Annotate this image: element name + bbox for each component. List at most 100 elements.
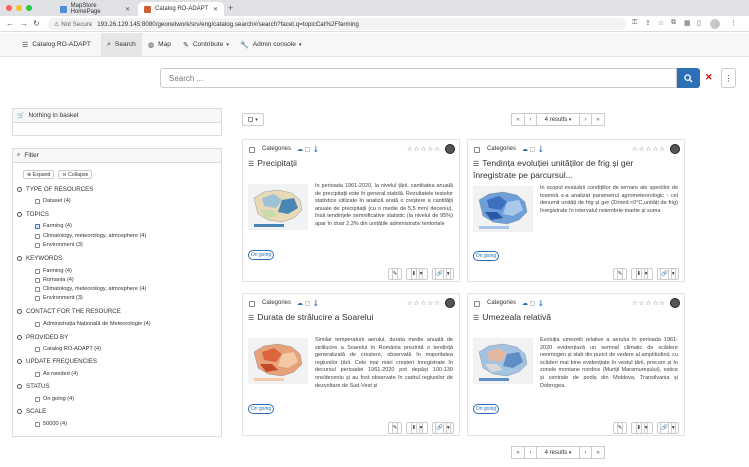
download-button[interactable]: ⬇ ▾ [406,268,428,280]
edit-button[interactable]: ✎ [388,422,402,434]
result-card[interactable]: Categories ☁ ▢ 🌡 ☆☆☆☆☆ ☰ Tendința evoluției … [467,139,685,282]
facet-item[interactable]: Environment (3) [35,242,83,248]
profile-avatar[interactable] [710,19,720,29]
edit-button[interactable]: ✎ [613,268,627,280]
facet-type-of-resources[interactable]: TYPE OF RESOURCES [17,186,93,193]
facet-keywords[interactable]: KEYWORDS [17,255,62,262]
search-button[interactable] [677,68,700,88]
facet-item[interactable]: Romania (4) [35,277,74,283]
facet-item[interactable]: ✓ Farming (4) [35,223,72,229]
rating-stars[interactable]: ☆☆☆☆☆ [632,145,666,153]
record-title[interactable]: ☰ Precipitații [248,158,453,170]
facet-contact[interactable]: CONTACT FOR THE RESOURCE [17,308,121,315]
facet-status[interactable]: STATUS [17,383,50,390]
edit-button[interactable]: ✎ [613,422,627,434]
browser-tab-mapstore[interactable]: MapStore HomePage ✕ [54,2,136,16]
links-button[interactable]: 🔗 ▾ [657,422,679,434]
result-card[interactable]: Categories ☁ ▢ 🌡 ☆☆☆☆☆ ☰ Umezeala relativă Ev… [467,293,685,436]
maximize-window-button[interactable] [26,5,32,11]
nav-admin-console[interactable]: 🔧 Admin console ▾ [240,33,301,56]
checkbox[interactable] [35,268,40,274]
collapse-button[interactable]: ⊖ Collapse [58,170,93,179]
clear-search-icon[interactable]: ✕ [705,72,713,83]
checkbox[interactable] [35,421,40,427]
first-page-button[interactable]: « [511,446,525,459]
edit-button[interactable]: ✎ [388,268,402,280]
result-card[interactable]: Categories ☁ ▢ 🌡 ☆☆☆☆☆ ☰ Durata de strălucir… [242,293,460,436]
nav-contribute[interactable]: ✎ Contribute ▾ [183,33,229,56]
search-options-button[interactable]: ⋮ [721,68,736,88]
rating-stars[interactable]: ☆☆☆☆☆ [407,145,441,153]
checkbox-checked[interactable]: ✓ [35,223,40,229]
last-page-button[interactable]: » [591,446,605,459]
select-checkbox[interactable] [249,301,255,307]
brand-link[interactable]: ☰ Catalog RO-ADAPT [22,33,91,56]
checkbox[interactable] [35,286,40,292]
record-thumbnail[interactable] [248,338,308,384]
select-checkbox[interactable] [474,147,480,153]
facet-item[interactable]: Environment (3) [35,295,83,301]
download-button[interactable]: ⬇ ▾ [631,422,653,434]
select-all-dropdown[interactable]: ▾ [242,113,264,126]
checkbox[interactable] [35,242,40,248]
result-card[interactable]: Categories ☁ ▢ 🌡 ☆☆☆☆☆ ☰ Precipitații În peri… [242,139,460,282]
back-arrow-icon[interactable]: ← [6,19,14,28]
expand-button[interactable]: ⊕ Expand [23,170,55,179]
select-checkbox[interactable] [249,147,255,153]
facet-item[interactable]: On going (4) [35,396,74,402]
download-button[interactable]: ⬇ ▾ [406,422,428,434]
checkbox[interactable] [35,277,40,283]
rating-stars[interactable]: ☆☆☆☆☆ [632,299,666,307]
links-button[interactable]: 🔗 ▾ [657,268,679,280]
checkbox[interactable] [35,198,40,204]
facet-item[interactable]: As needed (4) [35,371,78,377]
record-title[interactable]: ☰ Umezeala relativă [473,312,678,324]
results-count-dropdown[interactable]: 4 results ▾ [536,446,580,459]
new-tab-icon[interactable]: + [228,3,233,13]
nav-map[interactable]: ◍ Map [148,33,171,56]
record-thumbnail[interactable] [248,184,308,230]
links-button[interactable]: 🔗 ▾ [432,268,454,280]
facet-provided-by[interactable]: PROVIDED BY [17,334,68,341]
close-tab-icon[interactable]: ✕ [125,6,130,13]
checkbox[interactable] [35,321,40,327]
facet-scale[interactable]: SCALE [17,408,46,415]
nav-search[interactable]: ⌕ Search [101,33,142,56]
browser-tab-catalog[interactable]: Catalog RO-ADAPT ✕ [138,2,224,16]
first-page-button[interactable]: « [511,113,525,126]
key-icon[interactable]: ⚿ [632,19,637,27]
facet-item[interactable]: Catalog RO-ADAPT (4) [35,346,101,352]
close-window-button[interactable] [6,5,12,11]
facet-item[interactable]: 50000 (4) [35,421,67,427]
close-tab-icon[interactable]: ✕ [213,6,218,13]
checkbox[interactable] [35,295,40,301]
facet-item[interactable]: Dataset (4) [35,198,71,204]
browser-menu-icon[interactable]: ⋮ [730,19,737,27]
sidebar-icon[interactable]: ▯ [697,19,701,27]
facet-update-frequencies[interactable]: UPDATE FREQUENCIES [17,358,97,365]
bookmark-star-icon[interactable]: ☆ [658,19,664,27]
record-title[interactable]: ☰ Tendința evoluției unităților de frig ș… [473,158,678,181]
results-count-dropdown[interactable]: 4 results ▾ [536,113,580,126]
extensions-icon[interactable]: ⧉ [671,19,676,27]
select-checkbox[interactable] [474,301,480,307]
url-field[interactable]: ⚠ Not Secure 193.26.129.145:8080/geonetw… [48,18,626,30]
checkbox[interactable] [35,346,40,352]
checkbox[interactable] [35,233,40,239]
facet-item[interactable]: Climatology, meteorology, atmosphere (4) [35,286,146,292]
checkbox[interactable] [35,396,40,402]
facet-item[interactable]: Administrația Națională de Meteorologie … [35,321,151,327]
record-thumbnail[interactable] [473,338,533,384]
record-thumbnail[interactable] [473,186,533,232]
grid-icon[interactable]: ▦ [684,19,691,27]
facet-item[interactable]: Farming (4) [35,268,72,274]
search-input[interactable]: Search ... [160,68,677,88]
facet-item[interactable]: Climatology, meteorology, atmosphere (4) [35,233,146,239]
record-title[interactable]: ☰ Durata de strălucire a Soarelui [248,312,453,324]
links-button[interactable]: 🔗 ▾ [432,422,454,434]
forward-arrow-icon[interactable]: → [20,19,28,28]
reload-icon[interactable]: ↻ [33,19,40,28]
rating-stars[interactable]: ☆☆☆☆☆ [407,299,441,307]
checkbox[interactable] [35,371,40,377]
facet-topics[interactable]: TOPICS [17,211,49,218]
